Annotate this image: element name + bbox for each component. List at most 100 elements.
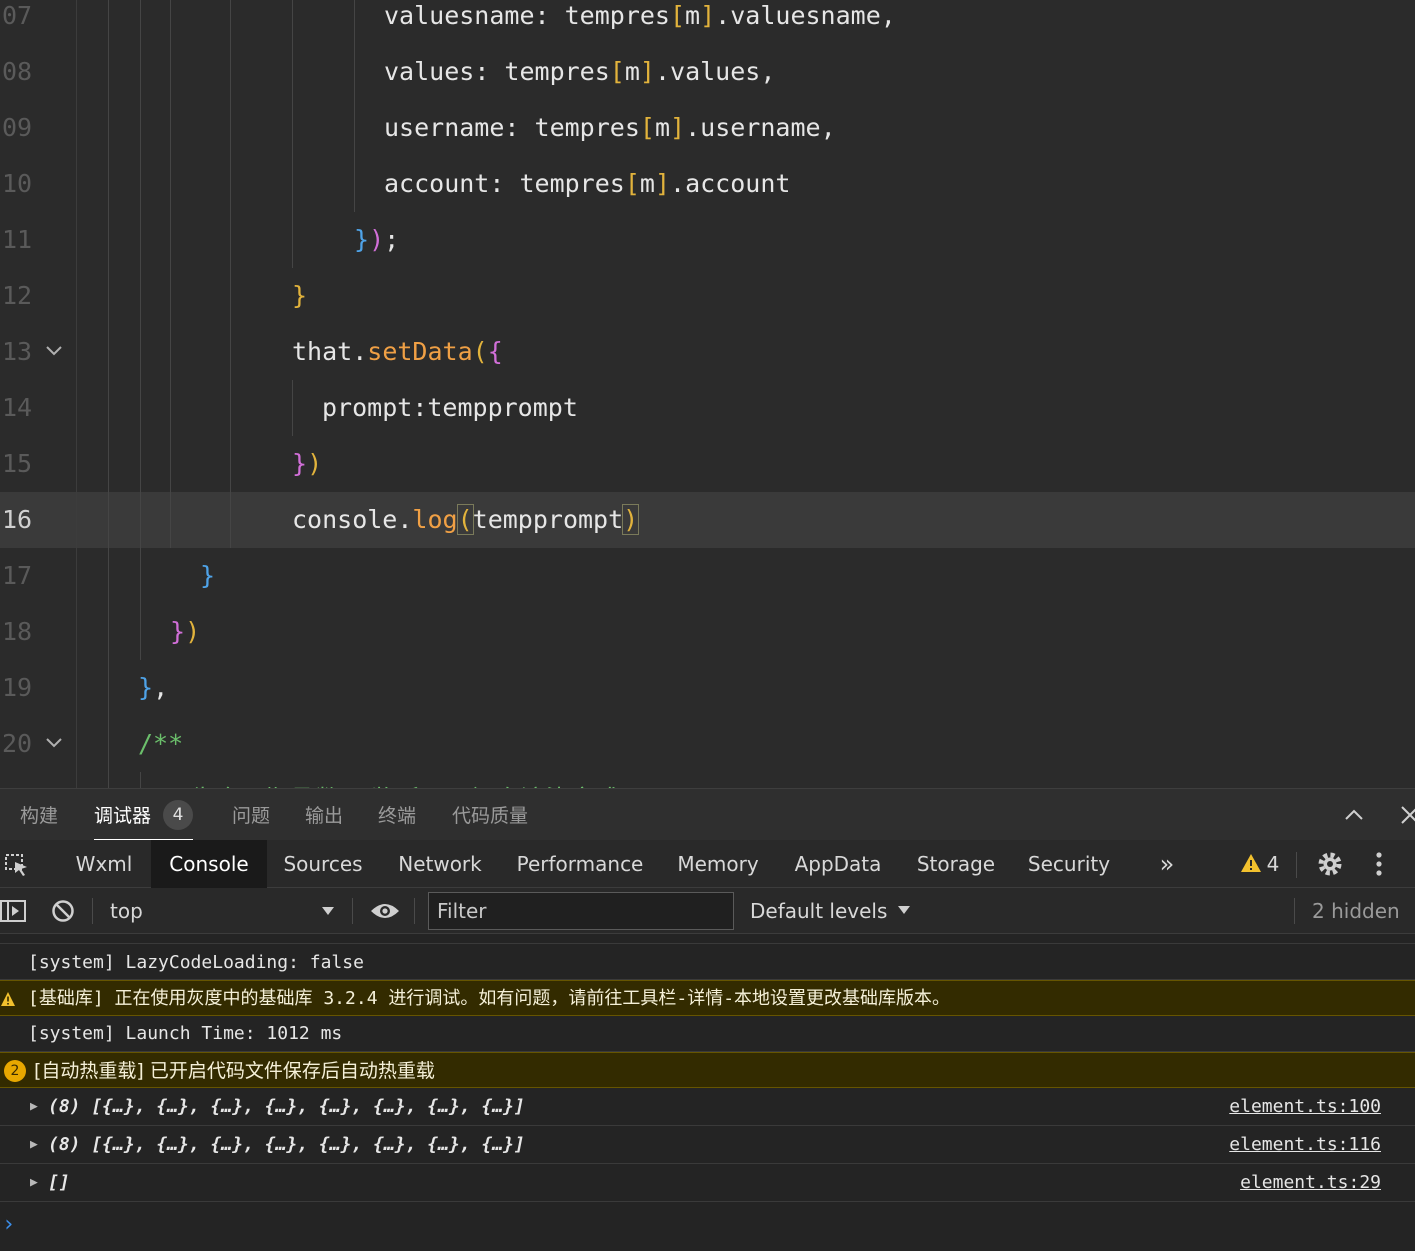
code-token: :	[504, 113, 535, 142]
more-options-icon[interactable]	[1370, 850, 1388, 878]
tab-security[interactable]: Security	[1020, 840, 1118, 888]
indent-guide	[230, 324, 231, 380]
source-link[interactable]: element.ts:116	[1229, 1126, 1381, 1164]
dropdown-arrow-icon[interactable]	[321, 906, 335, 916]
code-line[interactable]: 13 that.setData({	[0, 324, 1415, 380]
line-number: 14	[2, 393, 33, 422]
code-text: username: tempres[m].username,	[384, 100, 836, 156]
console-prompt[interactable]: ›	[2, 1212, 15, 1237]
expand-triangle-icon[interactable]: ▶	[30, 1126, 38, 1164]
tab-debugger[interactable]: 调试器 4	[94, 789, 194, 841]
repeat-count-badge: 2	[4, 1060, 26, 1082]
indent-guide	[354, 44, 355, 100]
code-line[interactable]: 07 valuesname: tempres[m].valuesname,	[0, 0, 1415, 44]
indent-guide	[230, 268, 231, 324]
tab-issues[interactable]: 问题	[232, 789, 270, 841]
more-tabs-button[interactable]: »	[1150, 840, 1184, 888]
indent-guide	[354, 100, 355, 156]
indent-guide	[108, 0, 109, 44]
expand-triangle-icon[interactable]: ▶	[30, 1088, 38, 1126]
indent-guide	[170, 212, 171, 268]
context-selector[interactable]: top	[110, 888, 143, 934]
console-message-text: [自动热重载] 已开启代码文件保存后自动热重载	[34, 1060, 435, 1082]
close-icon[interactable]	[1398, 803, 1415, 827]
code-token: .	[670, 169, 686, 198]
code-line[interactable]: 10 account: tempres[m].account	[0, 156, 1415, 212]
log-levels-dropdown[interactable]: Default levels	[750, 888, 910, 934]
line-number: 20	[2, 729, 33, 758]
indent-guide	[170, 380, 171, 436]
code-line[interactable]: 19},	[0, 660, 1415, 716]
indent-guide	[108, 44, 109, 100]
fold-chevron-icon[interactable]	[44, 732, 64, 752]
tab-storage[interactable]: Storage	[906, 840, 1006, 888]
console-message[interactable]: ▶ (8) [{…}, {…}, {…}, {…}, {…}, {…}, {…},…	[0, 1088, 1415, 1126]
code-text: });	[354, 212, 399, 268]
tab-network[interactable]: Network	[387, 840, 493, 888]
code-line[interactable]: 09 username: tempres[m].username,	[0, 100, 1415, 156]
source-link[interactable]: element.ts:29	[1240, 1164, 1381, 1202]
tab-memory[interactable]: Memory	[666, 840, 770, 888]
source-link[interactable]: element.ts:100	[1229, 1088, 1381, 1126]
indent-guide	[170, 268, 171, 324]
gear-icon[interactable]	[1316, 850, 1344, 878]
tab-code-quality[interactable]: 代码质量	[452, 789, 528, 841]
tab-sources[interactable]: Sources	[272, 840, 374, 888]
code-line[interactable]: 15})	[0, 436, 1415, 492]
inspect-element-icon[interactable]	[4, 852, 30, 878]
code-line[interactable]: 11});	[0, 212, 1415, 268]
code-text: })	[292, 436, 322, 492]
chevron-up-icon[interactable]	[1342, 803, 1366, 827]
code-line[interactable]: 20 /**	[0, 716, 1415, 772]
indent-guide	[170, 100, 171, 156]
fold-chevron-icon[interactable]	[44, 340, 64, 360]
devtools-tab-bar: Wxml Console Sources Network Performance…	[0, 840, 1415, 888]
code-editor[interactable]: 07 valuesname: tempres[m].valuesname, 08 va…	[0, 0, 1415, 788]
console-message: 2 [自动热重载] 已开启代码文件保存后自动热重载	[0, 1052, 1415, 1088]
code-token: ,	[153, 673, 169, 702]
tab-build[interactable]: 构建	[20, 789, 58, 841]
indent-guide	[170, 324, 171, 380]
hidden-count[interactable]: 2 hidden	[1312, 888, 1400, 934]
log-levels-label: Default levels	[750, 899, 888, 923]
code-token: tempprompt	[427, 393, 578, 422]
tab-console[interactable]: Console	[151, 840, 267, 888]
line-number: 17	[2, 561, 33, 590]
expand-triangle-icon[interactable]: ▶	[30, 1164, 38, 1202]
tab-appdata[interactable]: AppData	[784, 840, 892, 888]
sidebar-toggle-icon[interactable]	[0, 900, 26, 922]
indent-guide	[230, 44, 231, 100]
code-token: }	[170, 617, 186, 646]
code-token: tempprompt	[472, 505, 624, 534]
line-number: 16	[2, 505, 33, 534]
warning-count[interactable]: 4	[1264, 840, 1282, 888]
console-message[interactable]: ▶ (8) [{…}, {…}, {…}, {…}, {…}, {…}, {…},…	[0, 1126, 1415, 1164]
code-line[interactable]: 18})	[0, 604, 1415, 660]
indent-guide	[108, 324, 109, 380]
indent-guide	[108, 100, 109, 156]
code-line[interactable]: 21 * 生命周期函数--监听页面初次渲染完成	[0, 772, 1415, 788]
code-line[interactable]: 12}	[0, 268, 1415, 324]
indent-guide	[354, 0, 355, 44]
console-message[interactable]: ▶ [] element.ts:29	[0, 1164, 1415, 1202]
code-line[interactable]: 16 console.log(tempprompt)	[0, 492, 1415, 548]
indent-guide	[292, 212, 293, 268]
eye-icon[interactable]	[370, 900, 400, 922]
filter-input[interactable]	[428, 892, 734, 930]
line-number: 15	[2, 449, 33, 478]
line-number: 13	[2, 337, 33, 366]
indent-guide	[140, 100, 141, 156]
code-line[interactable]: 14 prompt:tempprompt	[0, 380, 1415, 436]
indent-guide	[292, 100, 293, 156]
code-line[interactable]: 08 values: tempres[m].values,	[0, 44, 1415, 100]
indent-guide	[230, 100, 231, 156]
tab-wxml[interactable]: Wxml	[60, 840, 148, 888]
tab-output[interactable]: 输出	[305, 789, 343, 841]
code-text: account: tempres[m].account	[384, 156, 790, 212]
console-output[interactable]: [system] LazyCodeLoading: false [基础库] 正在使…	[0, 934, 1415, 1251]
clear-console-icon[interactable]	[51, 899, 75, 923]
indent-guide	[108, 380, 109, 436]
tab-performance[interactable]: Performance	[508, 840, 652, 888]
tab-terminal[interactable]: 终端	[378, 789, 416, 841]
code-line[interactable]: 17}	[0, 548, 1415, 604]
